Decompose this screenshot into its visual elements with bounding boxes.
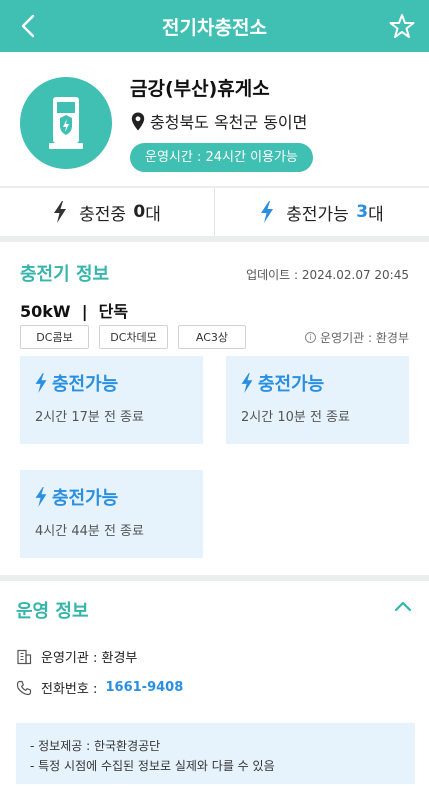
charger-card[interactable]: 충전가능 2시간 17분 전 종료 bbox=[20, 356, 203, 444]
station-address-row: 충청북도 옥천군 동이면 bbox=[131, 110, 307, 132]
charger-last-used: 4시간 44분 전 종료 bbox=[35, 524, 144, 539]
operator-label: 운영기관 : bbox=[41, 651, 102, 666]
connector-tag: DC차데모 bbox=[99, 325, 168, 349]
phone-number-link[interactable]: 1661-9408 bbox=[106, 680, 184, 695]
connector-tag: DC콤보 bbox=[20, 325, 89, 349]
info-notice: - 정보제공 : 한국환경공단 - 특정 시점에 수집된 정보로 실제와 다를 … bbox=[16, 723, 415, 784]
notice-line: - 정보제공 : 한국환경공단 bbox=[30, 739, 161, 753]
phone-row: 전화번호 : 1661-9408 bbox=[16, 678, 183, 697]
lightning-icon bbox=[35, 373, 47, 393]
operating-hours-badge: 운영시간 : 24시간 이용가능 bbox=[130, 143, 313, 172]
station-summary: 금강(부산)휴게소 충청북도 옥천군 동이면 운영시간 : 24시간 이용가능 bbox=[0, 52, 429, 188]
charger-status-label: 충전가능 bbox=[258, 374, 325, 395]
charger-status: 충전가능 bbox=[240, 370, 324, 396]
operator-note-text: 운영기관 : 환경부 bbox=[320, 331, 409, 345]
app-header: 전기차충전소 bbox=[0, 0, 429, 52]
charging-unit: 대 bbox=[145, 204, 161, 225]
location-pin-icon bbox=[131, 112, 145, 130]
updated-timestamp: 업데이트 : 2024.02.07 20:45 bbox=[246, 268, 409, 282]
lightning-icon bbox=[261, 201, 274, 223]
operator-value: 환경부 bbox=[101, 651, 138, 666]
station-address: 충청북도 옥천군 동이면 bbox=[150, 113, 308, 132]
phone-icon bbox=[16, 680, 32, 695]
charger-info-title: 충전기 정보 bbox=[20, 264, 110, 285]
lightning-icon bbox=[35, 487, 47, 507]
page-title: 전기차충전소 bbox=[162, 17, 267, 39]
available-number: 3 bbox=[356, 202, 369, 222]
chevron-up-icon[interactable] bbox=[393, 598, 413, 614]
charger-last-used: 2시간 10분 전 종료 bbox=[241, 410, 350, 425]
charger-card[interactable]: 충전가능 4시간 44분 전 종료 bbox=[20, 470, 203, 558]
charger-status-summary: 충전중 0대 충전가능 3대 bbox=[0, 188, 429, 236]
charging-number: 0 bbox=[133, 202, 146, 222]
charger-status-label: 충전가능 bbox=[52, 488, 119, 509]
section-divider bbox=[0, 236, 429, 242]
operator-note: i 운영기관 : 환경부 bbox=[305, 329, 409, 346]
charger-spec: 50kW | 단독 bbox=[20, 302, 129, 321]
available-unit: 대 bbox=[368, 204, 384, 225]
charger-last-used: 2시간 17분 전 종료 bbox=[35, 410, 144, 425]
star-outline-icon[interactable] bbox=[387, 10, 417, 42]
charging-count: 충전중 0대 bbox=[0, 188, 214, 236]
charger-card[interactable]: 충전가능 2시간 10분 전 종료 bbox=[226, 356, 409, 444]
building-icon bbox=[17, 649, 32, 664]
charging-label: 충전중 bbox=[79, 204, 127, 225]
info-icon: i bbox=[305, 332, 317, 343]
lightning-icon bbox=[241, 373, 253, 393]
section-divider bbox=[0, 575, 429, 581]
connector-tag: AC3상 bbox=[178, 325, 246, 349]
charger-status-label: 충전가능 bbox=[52, 374, 119, 395]
phone-label: 전화번호 : bbox=[41, 682, 102, 697]
charger-status: 충전가능 bbox=[34, 484, 118, 510]
operation-info-title: 운영 정보 bbox=[16, 601, 89, 622]
notice-line: - 특정 시점에 수집된 정보로 실제와 다를 수 있음 bbox=[30, 759, 275, 773]
lightning-icon bbox=[54, 201, 67, 223]
ev-charger-icon bbox=[20, 77, 112, 169]
available-count: 충전가능 3대 bbox=[214, 188, 429, 236]
available-label: 충전가능 bbox=[286, 204, 349, 225]
charger-status: 충전가능 bbox=[34, 370, 118, 396]
operator-row: 운영기관 : 환경부 bbox=[16, 647, 137, 666]
station-name: 금강(부산)휴게소 bbox=[130, 78, 270, 100]
